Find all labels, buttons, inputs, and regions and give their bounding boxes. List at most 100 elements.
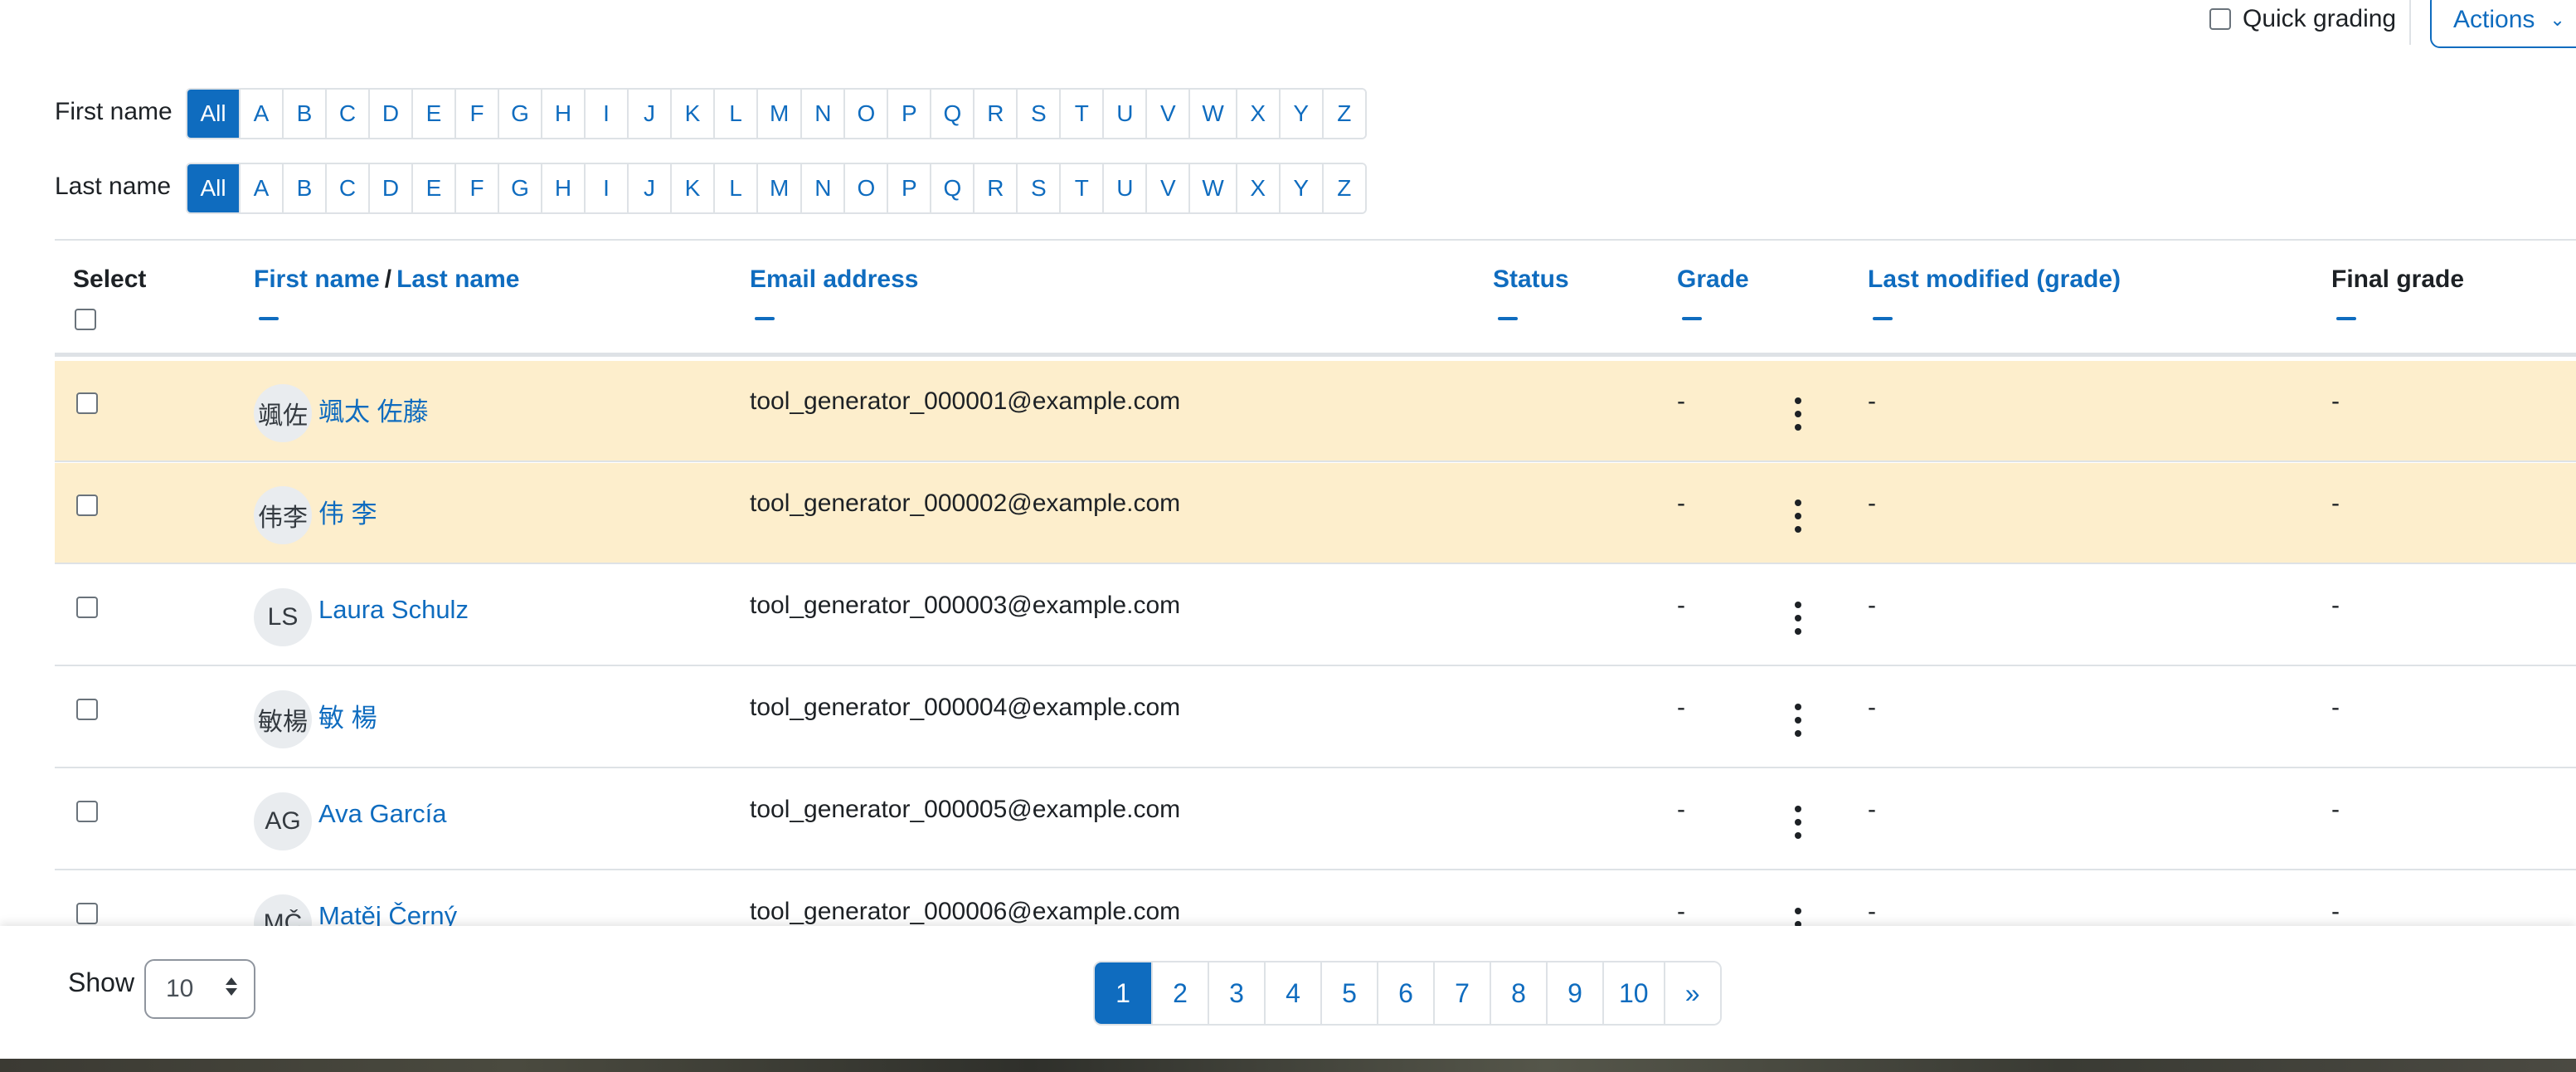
- first-name-letter-i[interactable]: I: [584, 90, 627, 138]
- user-name-link[interactable]: Laura Schulz: [318, 595, 469, 625]
- first-name-letter-b[interactable]: B: [282, 90, 325, 138]
- page-link-5[interactable]: 5: [1320, 962, 1377, 1024]
- first-name-letter-v[interactable]: V: [1145, 90, 1189, 138]
- grade-menu-icon[interactable]: [1793, 499, 1803, 533]
- last-name-letter-all[interactable]: All: [187, 164, 239, 212]
- collapse-name-icon[interactable]: [259, 317, 279, 320]
- first-name-letter-o[interactable]: O: [843, 90, 887, 138]
- last-name-letter-s[interactable]: S: [1016, 164, 1060, 212]
- page-link-3[interactable]: 3: [1208, 962, 1264, 1024]
- row-select-checkbox[interactable]: [76, 495, 98, 516]
- last-name-letter-u[interactable]: U: [1102, 164, 1146, 212]
- page-link-8[interactable]: 8: [1490, 962, 1546, 1024]
- last-name-letter-k[interactable]: K: [670, 164, 713, 212]
- first-name-letter-e[interactable]: E: [411, 90, 454, 138]
- collapse-final-grade-icon[interactable]: [2336, 317, 2356, 320]
- sort-last-name-link[interactable]: Last name: [396, 266, 519, 293]
- last-name-letter-t[interactable]: T: [1059, 164, 1103, 212]
- last-name-letter-g[interactable]: G: [498, 164, 541, 212]
- actions-button[interactable]: Actions ⌄: [2430, 0, 2576, 48]
- last-name-letter-w[interactable]: W: [1188, 164, 1236, 212]
- first-name-letter-t[interactable]: T: [1059, 90, 1103, 138]
- first-name-letter-a[interactable]: A: [239, 90, 282, 138]
- last-name-letter-n[interactable]: N: [800, 164, 844, 212]
- row-select-checkbox[interactable]: [76, 699, 98, 720]
- grade-menu-icon[interactable]: [1793, 704, 1803, 737]
- user-name-link[interactable]: 颯太 佐藤: [318, 391, 429, 428]
- grade-menu-icon[interactable]: [1793, 602, 1803, 635]
- sort-first-name-link[interactable]: First name: [254, 266, 380, 293]
- sort-status-link[interactable]: Status: [1493, 266, 1569, 293]
- last-name-letter-p[interactable]: P: [887, 164, 931, 212]
- sort-last-modified-link[interactable]: Last modified (grade): [1868, 266, 2121, 293]
- first-name-letter-p[interactable]: P: [887, 90, 931, 138]
- collapse-status-icon[interactable]: [1498, 317, 1518, 320]
- first-name-letter-w[interactable]: W: [1188, 90, 1236, 138]
- first-name-letter-all[interactable]: All: [187, 90, 239, 138]
- last-name-letter-i[interactable]: I: [584, 164, 627, 212]
- quick-grading-toggle[interactable]: Quick grading: [2209, 3, 2396, 35]
- last-name-letter-z[interactable]: Z: [1321, 164, 1365, 212]
- first-name-letter-s[interactable]: S: [1016, 90, 1060, 138]
- user-name-link[interactable]: 敏 楊: [318, 697, 377, 734]
- last-name-letter-m[interactable]: M: [756, 164, 801, 212]
- last-name-letter-x[interactable]: X: [1235, 164, 1279, 212]
- last-name-letter-b[interactable]: B: [282, 164, 325, 212]
- first-name-letter-j[interactable]: J: [627, 90, 670, 138]
- first-name-letter-q[interactable]: Q: [930, 90, 974, 138]
- last-name-letter-j[interactable]: J: [627, 164, 670, 212]
- grade-menu-icon[interactable]: [1793, 397, 1803, 431]
- last-name-letter-d[interactable]: D: [368, 164, 411, 212]
- sort-grade-link[interactable]: Grade: [1677, 266, 1749, 293]
- collapse-email-icon[interactable]: [755, 317, 775, 320]
- first-name-letter-l[interactable]: L: [713, 90, 756, 138]
- sort-email-link[interactable]: Email address: [750, 266, 918, 293]
- first-name-letter-k[interactable]: K: [670, 90, 713, 138]
- first-name-letter-c[interactable]: C: [325, 90, 368, 138]
- page-link-2[interactable]: 2: [1151, 962, 1208, 1024]
- last-name-letter-r[interactable]: R: [973, 164, 1017, 212]
- page-link-7[interactable]: 7: [1433, 962, 1490, 1024]
- page-link-10[interactable]: 10: [1602, 962, 1664, 1024]
- first-name-letter-r[interactable]: R: [973, 90, 1017, 138]
- last-name-letter-c[interactable]: C: [325, 164, 368, 212]
- user-name-link[interactable]: 伟 李: [318, 493, 377, 530]
- last-name-letter-v[interactable]: V: [1145, 164, 1189, 212]
- collapse-grade-icon[interactable]: [1682, 317, 1702, 320]
- first-name-letter-h[interactable]: H: [541, 90, 584, 138]
- last-name-letter-h[interactable]: H: [541, 164, 584, 212]
- select-all-checkbox[interactable]: [75, 309, 96, 330]
- quick-grading-checkbox[interactable]: [2209, 8, 2231, 30]
- user-name-link[interactable]: Ava García: [318, 799, 447, 829]
- first-name-letter-n[interactable]: N: [800, 90, 844, 138]
- grade-menu-icon[interactable]: [1793, 806, 1803, 839]
- last-name-letter-a[interactable]: A: [239, 164, 282, 212]
- row-select-checkbox[interactable]: [76, 801, 98, 822]
- first-name-letter-d[interactable]: D: [368, 90, 411, 138]
- row-select-checkbox[interactable]: [76, 392, 98, 414]
- row-select-checkbox[interactable]: [76, 903, 98, 924]
- first-name-letter-u[interactable]: U: [1102, 90, 1146, 138]
- last-name-letter-o[interactable]: O: [843, 164, 887, 212]
- last-name-letter-l[interactable]: L: [713, 164, 756, 212]
- row-select-checkbox[interactable]: [76, 597, 98, 618]
- next-page-link[interactable]: »: [1663, 962, 1720, 1024]
- page-link-4[interactable]: 4: [1264, 962, 1320, 1024]
- first-name-letter-x[interactable]: X: [1235, 90, 1279, 138]
- first-name-letter-z[interactable]: Z: [1321, 90, 1365, 138]
- first-name-letter-y[interactable]: Y: [1278, 90, 1322, 138]
- first-name-letter-g[interactable]: G: [498, 90, 541, 138]
- per-page-select[interactable]: 10: [144, 959, 255, 1019]
- last-name-letter-y[interactable]: Y: [1278, 164, 1322, 212]
- last-name-letter-e[interactable]: E: [411, 164, 454, 212]
- last-name-letter-f[interactable]: F: [454, 164, 498, 212]
- final-grade-cell: -: [2331, 694, 2340, 721]
- last-name-letter-q[interactable]: Q: [930, 164, 974, 212]
- page-link-1[interactable]: 1: [1095, 962, 1151, 1024]
- page-link-9[interactable]: 9: [1546, 962, 1602, 1024]
- collapse-last-modified-icon[interactable]: [1873, 317, 1893, 320]
- first-name-letter-m[interactable]: M: [756, 90, 801, 138]
- first-name-letter-f[interactable]: F: [454, 90, 498, 138]
- page-link-6[interactable]: 6: [1377, 962, 1433, 1024]
- email-cell: tool_generator_000002@example.com: [750, 490, 1181, 517]
